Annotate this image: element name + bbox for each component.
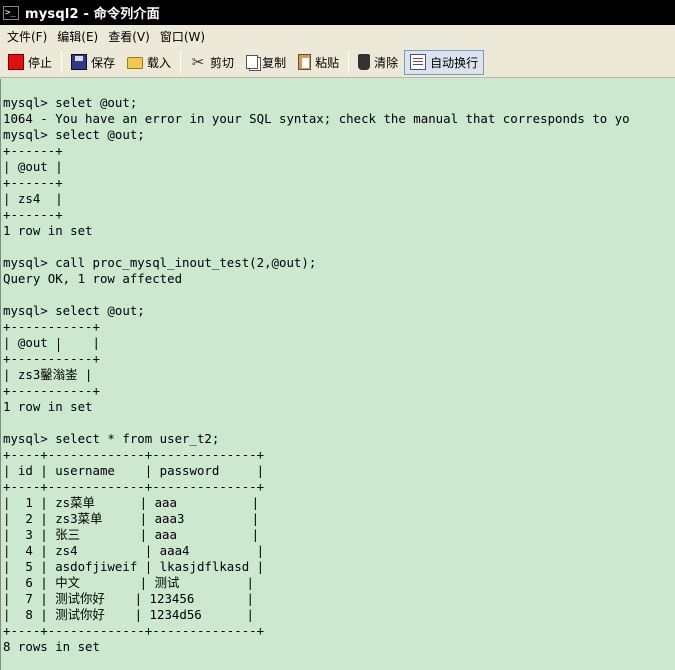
save-button[interactable]: 保存 [65, 50, 121, 75]
console-line: +----+-------------+--------------+ [3, 447, 265, 462]
load-button[interactable]: 载入 [121, 50, 177, 75]
console-line: | 8 | 测试你好 | 1234d56 | [3, 607, 254, 622]
console-line: | id | username | password | [3, 463, 265, 478]
toolbar-separator [180, 51, 182, 73]
console-line: +-----------+ [3, 319, 100, 334]
console-line: | @out | [3, 335, 100, 350]
word-wrap-label: 自动换行 [430, 55, 479, 70]
menu-view[interactable]: 查看(V) [103, 28, 155, 45]
console-line: mysql> select * from user_t2; [3, 431, 220, 446]
trash-icon [358, 54, 371, 70]
console-line: mysql> select @out; [3, 303, 145, 318]
copy-button[interactable]: 复制 [240, 50, 292, 75]
console-output[interactable]: mysql> selet @out; 1064 - You have an err… [0, 79, 675, 670]
console-icon: >_ [3, 5, 19, 20]
console-line: | 5 | asdofjiweif | lkasjdflkasd | [3, 559, 265, 574]
console-line: | zs4 | [3, 191, 63, 206]
window-title: mysql2 - 命令列介面 [25, 7, 160, 22]
scissors-icon: ✂ [191, 53, 205, 71]
console-line: +------+ [3, 143, 63, 158]
console-line: +-----------+ [3, 351, 100, 366]
copy-label: 复制 [262, 55, 287, 70]
console-line: | 3 | 张三 | aaa | [3, 527, 260, 542]
paste-icon [298, 54, 312, 70]
console-line: mysql> call proc_mysql_inout_test(2,@out… [3, 255, 317, 270]
copy-icon [246, 55, 259, 69]
stop-icon [8, 54, 24, 70]
clear-label: 清除 [374, 55, 399, 70]
stop-button[interactable]: 停止 [2, 50, 58, 75]
cut-button[interactable]: ✂ 剪切 [184, 50, 240, 75]
console-lines: mysql> selet @out; 1064 - You have an err… [3, 95, 630, 655]
wrap-icon [410, 54, 427, 70]
paste-label: 粘贴 [315, 55, 340, 70]
menu-file[interactable]: 文件(F) [2, 28, 52, 45]
console-line: +------+ [3, 175, 63, 190]
toolbar: 停止 保存 载入 ✂ 剪切 复制 粘贴 清除 自动换行 [0, 47, 675, 78]
toolbar-separator [348, 51, 350, 73]
console-line: | 2 | zs3菜单 | aaa3 | [3, 511, 260, 526]
console-line: | zs3鑿滃崟 | [3, 367, 93, 382]
console-line: 1 row in set [3, 223, 93, 238]
console-line: | 4 | zs4 | aaa4 | [3, 543, 265, 558]
save-icon [71, 54, 88, 70]
stop-label: 停止 [28, 55, 53, 70]
console-line: +----+-------------+--------------+ [3, 623, 265, 638]
console-line: mysql> select @out; [3, 127, 145, 142]
console-line: 1064 - You have an error in your SQL syn… [3, 111, 630, 126]
folder-icon [127, 57, 144, 69]
console-line: 8 rows in set [3, 639, 100, 654]
text-cursor [58, 338, 59, 352]
console-line: Query OK, 1 row affected [3, 271, 183, 286]
console-line: | 6 | 中文 | 测试 | [3, 575, 254, 590]
console-line: +------+ [3, 207, 63, 222]
cut-label: 剪切 [210, 55, 235, 70]
console-line: +-----------+ [3, 383, 100, 398]
title-bar[interactable]: >_ mysql2 - 命令列介面 [0, 0, 675, 25]
paste-button[interactable]: 粘贴 [292, 50, 345, 75]
console-line: mysql> selet @out; [3, 95, 138, 110]
menu-bar: 文件(F) 编辑(E) 查看(V) 窗口(W) [0, 25, 675, 47]
console-line: 1 row in set [3, 399, 93, 414]
console-line: | 7 | 测试你好 | 123456 | [3, 591, 254, 606]
clear-button[interactable]: 清除 [352, 50, 404, 75]
save-label: 保存 [91, 55, 116, 70]
menu-window[interactable]: 窗口(W) [155, 28, 210, 45]
console-line: +----+-------------+--------------+ [3, 479, 265, 494]
console-line: | @out | [3, 159, 63, 174]
toolbar-separator [61, 51, 63, 73]
load-label: 载入 [147, 55, 172, 70]
console-line: | 1 | zs菜单 | aaa | [3, 495, 260, 510]
menu-edit[interactable]: 编辑(E) [52, 28, 103, 45]
word-wrap-button[interactable]: 自动换行 [404, 49, 485, 75]
